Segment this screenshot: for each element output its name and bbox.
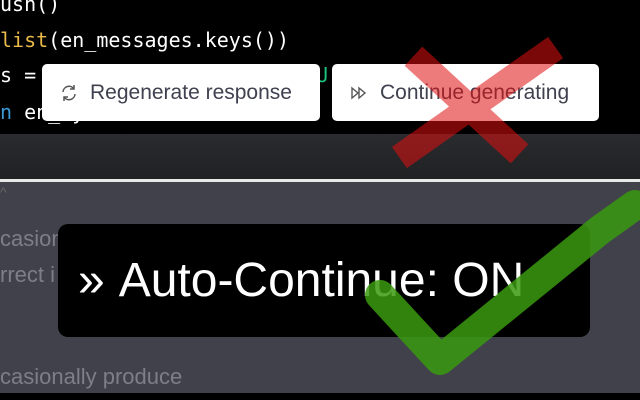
- code-keyword: n: [0, 100, 13, 124]
- code-line: ush(): [0, 0, 61, 16]
- auto-continue-status: Auto-Continue: ON: [118, 254, 525, 307]
- auto-continue-toast: » Auto-Continue: ON: [58, 224, 590, 337]
- code-keyword: list: [0, 28, 49, 52]
- chat-text: casionally produce: [0, 364, 183, 389]
- fast-forward-icon: [351, 86, 367, 99]
- chat-text: casion: [0, 226, 64, 251]
- regenerate-response-button[interactable]: Regenerate response: [42, 64, 320, 121]
- bottom-strip: [0, 393, 640, 400]
- refresh-icon: [62, 84, 76, 101]
- continue-label: Continue generating: [380, 80, 570, 104]
- scroll-up-icon[interactable]: ^: [0, 184, 634, 200]
- code-text: s =: [0, 63, 49, 87]
- double-chevron-icon: »: [78, 254, 105, 307]
- chat-text: rrect i: [0, 262, 55, 287]
- regenerate-label: Regenerate response: [90, 80, 292, 104]
- code-text: (en_messages.keys()): [48, 28, 289, 52]
- input-bar: [0, 134, 640, 179]
- continue-generating-button[interactable]: Continue generating: [332, 64, 599, 121]
